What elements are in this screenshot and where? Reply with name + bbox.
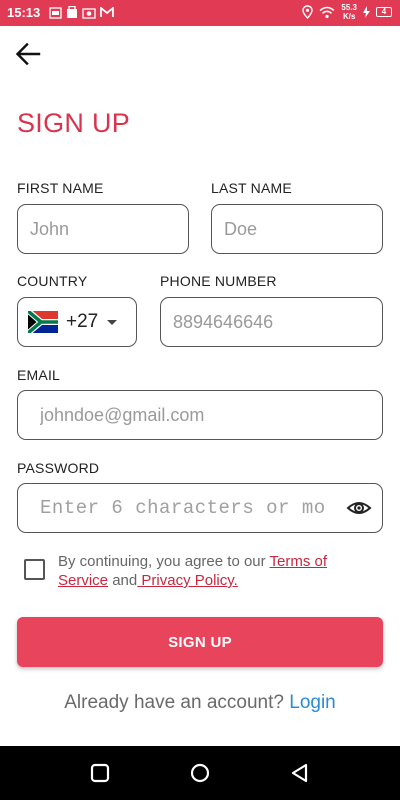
password-input[interactable] — [18, 484, 328, 532]
charging-icon — [363, 6, 370, 18]
first-name-field[interactable] — [17, 204, 189, 254]
bag-icon — [67, 6, 77, 18]
back-arrow-icon — [15, 42, 41, 66]
phone-field[interactable] — [160, 297, 383, 347]
last-name-input[interactable] — [212, 205, 382, 253]
email-input[interactable] — [18, 391, 382, 439]
dial-code: +27 — [66, 311, 99, 332]
navigation-bar — [0, 746, 400, 800]
terms-text: By continuing, you agree to our Terms of… — [58, 553, 328, 589]
recent-apps-icon[interactable] — [90, 763, 110, 783]
sign-up-button[interactable]: SIGN UP — [17, 617, 383, 667]
password-field[interactable] — [17, 483, 383, 533]
south-africa-flag-icon — [28, 311, 58, 333]
notification-icons — [49, 6, 114, 19]
camera-icon — [82, 7, 96, 19]
battery-indicator: 4 — [376, 7, 392, 17]
first-name-label: FIRST NAME — [17, 180, 104, 196]
sim-icon — [49, 6, 62, 19]
home-icon[interactable] — [189, 763, 211, 783]
country-label: COUNTRY — [17, 273, 88, 289]
login-link[interactable]: Login — [289, 692, 336, 713]
location-icon — [302, 5, 314, 19]
wifi-icon — [319, 6, 335, 18]
network-speed: 55.3 K/s — [341, 3, 357, 21]
login-prompt: Already have an account? Login — [64, 692, 336, 713]
chevron-down-icon — [107, 319, 118, 325]
gmail-icon — [100, 7, 114, 17]
phone-label: PHONE NUMBER — [160, 273, 277, 289]
back-button[interactable] — [14, 40, 42, 68]
back-nav-icon[interactable] — [290, 763, 310, 783]
page-title: SIGN UP — [17, 108, 131, 138]
first-name-input[interactable] — [18, 205, 188, 253]
country-code-dropdown[interactable]: +27 — [17, 297, 137, 347]
privacy-policy-link[interactable]: Privacy Policy. — [137, 572, 237, 589]
phone-input[interactable] — [161, 298, 382, 346]
status-time: 15:13 — [7, 5, 41, 20]
email-label: EMAIL — [17, 367, 61, 383]
eye-icon[interactable] — [346, 497, 372, 519]
password-label: PASSWORD — [17, 460, 100, 476]
status-bar: 15:13 55.3 K/s 4 — [0, 0, 400, 26]
last-name-label: LAST NAME — [211, 180, 292, 196]
last-name-field[interactable] — [211, 204, 383, 254]
terms-checkbox[interactable] — [24, 559, 45, 580]
system-icons: 55.3 K/s 4 — [302, 3, 392, 21]
email-field[interactable] — [17, 390, 383, 440]
